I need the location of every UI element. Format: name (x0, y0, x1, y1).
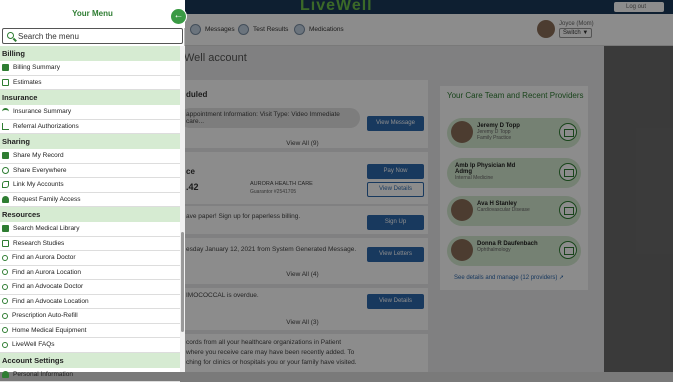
section-sharing: Sharing (0, 134, 180, 149)
menu-item-label: Find an Aurora Doctor (12, 254, 76, 261)
share-icon (2, 152, 9, 159)
menu-item-label: Billing Summary (13, 64, 60, 71)
umbrella-icon (2, 108, 9, 115)
menu-item-label: LiveWell FAQs (12, 341, 55, 348)
menu-item-label: Insurance Summary (13, 108, 71, 115)
menu-item-label: Share Everywhere (13, 167, 66, 174)
person-icon (2, 196, 9, 203)
menu-item-find-advocate-doctor[interactable]: Find an Advocate Doctor (0, 280, 180, 295)
menu-item-label: Find an Advocate Location (12, 298, 89, 305)
menu-item-request-family-access[interactable]: Request Family Access (0, 193, 180, 208)
search-icon (2, 269, 8, 275)
menu-item-research-studies[interactable]: Research Studies (0, 237, 180, 252)
menu-list: Billing Billing Summary Estimates Insura… (0, 46, 180, 382)
menu-item-find-aurora-location[interactable]: Find an Aurora Location (0, 266, 180, 281)
menu-item-label: Request Family Access (13, 196, 81, 203)
menu-item-label: Share My Record (13, 152, 64, 159)
menu-item-find-aurora-doctor[interactable]: Find an Aurora Doctor (0, 251, 180, 266)
link-icon (2, 181, 9, 188)
search-icon (2, 342, 8, 348)
section-resources: Resources (0, 207, 180, 222)
menu-item-insurance-summary[interactable]: Insurance Summary (0, 105, 180, 120)
search-icon (2, 255, 8, 261)
menu-item-prescription-auto-refill[interactable]: Prescription Auto-Refill (0, 309, 180, 324)
menu-item-referral-authorizations[interactable]: Referral Authorizations (0, 120, 180, 135)
search-icon (7, 32, 14, 39)
menu-item-share-everywhere[interactable]: Share Everywhere (0, 164, 180, 179)
menu-item-label: Link My Accounts (13, 181, 64, 188)
section-insurance: Insurance (0, 90, 180, 105)
menu-item-label: Find an Advocate Doctor (12, 283, 83, 290)
referral-icon (2, 123, 9, 130)
search-icon (2, 313, 8, 319)
menu-search[interactable] (2, 28, 183, 44)
menu-item-livewell-faqs[interactable]: LiveWell FAQs (0, 338, 180, 353)
document-icon (2, 79, 9, 86)
menu-item-label: Referral Authorizations (13, 123, 79, 130)
card-icon (2, 64, 9, 71)
close-menu-button[interactable]: ← (170, 8, 187, 25)
search-icon (2, 327, 8, 333)
book-icon (2, 225, 9, 232)
menu-item-home-medical-equipment[interactable]: Home Medical Equipment (0, 324, 180, 339)
menu-item-link-my-accounts[interactable]: Link My Accounts (0, 178, 180, 193)
back-arrow-icon: ← (174, 10, 184, 21)
menu-scrollbar[interactable] (180, 46, 185, 372)
menu-drawer: Your Menu Billing Billing Summary Estima… (0, 0, 185, 372)
menu-item-label: Home Medical Equipment (12, 327, 86, 334)
menu-item-search-medical-library[interactable]: Search Medical Library (0, 222, 180, 237)
menu-item-label: Find an Aurora Location (12, 269, 81, 276)
section-account-settings: Account Settings (0, 353, 180, 368)
menu-item-share-my-record[interactable]: Share My Record (0, 149, 180, 164)
menu-item-billing-summary[interactable]: Billing Summary (0, 61, 180, 76)
menu-scroll-thumb[interactable] (181, 232, 184, 332)
section-billing: Billing (0, 46, 180, 61)
menu-title: Your Menu (0, 0, 185, 28)
menu-item-label: Estimates (13, 79, 42, 86)
menu-item-find-advocate-location[interactable]: Find an Advocate Location (0, 295, 180, 310)
search-icon (2, 284, 8, 290)
globe-icon (2, 167, 9, 174)
menu-item-personal-information[interactable]: Personal Information (0, 368, 180, 382)
menu-item-estimates[interactable]: Estimates (0, 76, 180, 91)
menu-item-label: Prescription Auto-Refill (12, 312, 78, 319)
menu-search-input[interactable] (18, 30, 178, 43)
document-icon (2, 240, 9, 247)
menu-item-label: Research Studies (13, 240, 64, 247)
menu-item-label: Search Medical Library (13, 225, 79, 232)
search-icon (2, 298, 8, 304)
